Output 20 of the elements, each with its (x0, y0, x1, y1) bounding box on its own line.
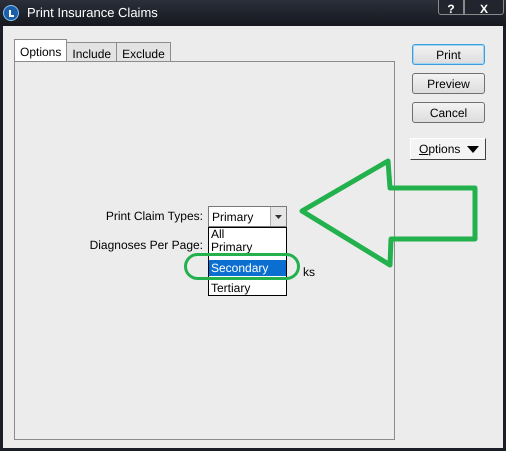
window-title: Print Insurance Claims (27, 4, 158, 22)
field-label: Diagnoses Per Page: (90, 237, 203, 254)
tab[interactable]: Exclude (116, 42, 171, 61)
print-button[interactable]: Print (412, 44, 485, 65)
help-button[interactable]: ? (438, 0, 464, 15)
tab[interactable]: Include (66, 42, 118, 61)
dropdown-option[interactable]: Secondary (209, 260, 286, 276)
dropdown-option[interactable]: All (209, 228, 286, 241)
dropdown-option[interactable]: Tertiary (209, 282, 286, 295)
caret-icon (467, 146, 479, 152)
dropdown-option[interactable]: Primary (209, 241, 286, 254)
tab[interactable]: Options (14, 39, 68, 61)
claim-type-dropdown[interactable]: Primary (208, 206, 287, 227)
app-logo-icon (3, 5, 19, 21)
field-label: ks (303, 264, 315, 281)
dialog-button[interactable]: Cancel (412, 102, 485, 123)
close-button[interactable]: X (464, 0, 504, 15)
field-label: Print Claim Types: (106, 208, 203, 225)
dialog-button[interactable]: Preview (412, 73, 485, 94)
options-menu-button[interactable]: Options (410, 138, 486, 160)
